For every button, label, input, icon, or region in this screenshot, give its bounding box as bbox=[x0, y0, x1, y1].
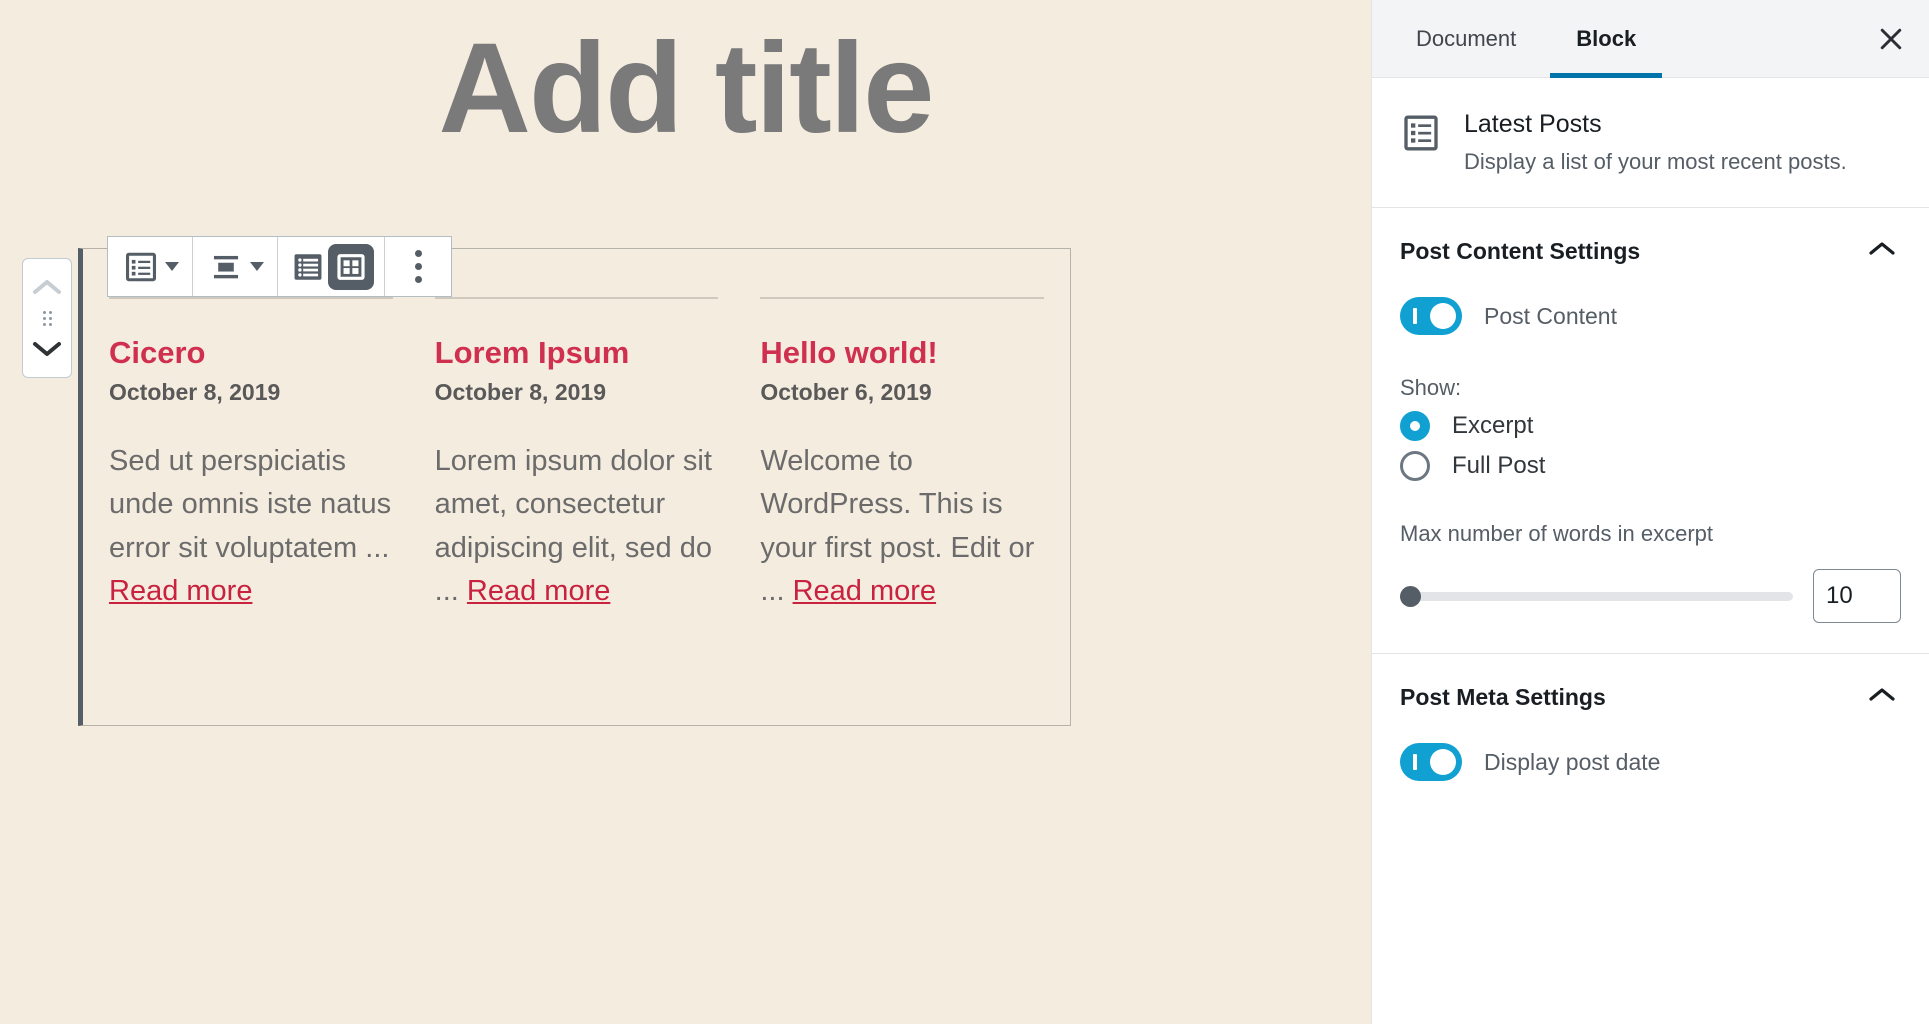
grid-layout-button[interactable] bbox=[328, 244, 374, 290]
post-item: Hello world! October 6, 2019 Welcome to … bbox=[760, 297, 1044, 614]
close-icon bbox=[1876, 24, 1906, 54]
latest-posts-block[interactable]: Cicero October 8, 2019 Sed ut perspiciat… bbox=[78, 248, 1071, 726]
post-content-toggle-label: Post Content bbox=[1484, 303, 1617, 330]
radio-option-full-post[interactable]: Full Post bbox=[1400, 451, 1901, 481]
max-words-slider[interactable] bbox=[1400, 592, 1793, 601]
drag-handle-icon[interactable] bbox=[43, 311, 52, 326]
post-item: Cicero October 8, 2019 Sed ut perspiciat… bbox=[109, 297, 393, 614]
display-post-date-label: Display post date bbox=[1484, 749, 1660, 776]
post-divider bbox=[760, 297, 1044, 299]
post-content-settings-title: Post Content Settings bbox=[1400, 238, 1640, 265]
chevron-up-icon[interactable] bbox=[1863, 685, 1901, 710]
block-type-chevron-down-icon[interactable] bbox=[165, 262, 179, 271]
post-meta-settings-title: Post Meta Settings bbox=[1400, 684, 1606, 711]
more-vertical-icon bbox=[415, 250, 422, 283]
align-center-button[interactable] bbox=[203, 237, 249, 296]
post-excerpt: Welcome to WordPress. This is your first… bbox=[760, 440, 1044, 614]
read-more-link[interactable]: Read more bbox=[467, 575, 610, 607]
list-layout-button[interactable] bbox=[288, 237, 328, 296]
toolbar-group-layout bbox=[278, 237, 385, 296]
move-up-button[interactable] bbox=[22, 267, 72, 307]
post-excerpt: Lorem ipsum dolor sit amet, consectetur … bbox=[435, 440, 719, 614]
post-excerpt-text: Sed ut perspiciatis unde omnis iste natu… bbox=[109, 445, 391, 564]
radio-excerpt-label: Excerpt bbox=[1452, 412, 1533, 440]
post-meta-settings-panel: Post Meta Settings Display post date bbox=[1372, 654, 1929, 811]
move-down-button[interactable] bbox=[22, 329, 72, 369]
post-divider bbox=[435, 297, 719, 299]
close-sidebar-button[interactable] bbox=[1853, 0, 1929, 77]
post-date: October 8, 2019 bbox=[109, 379, 393, 406]
show-label: Show: bbox=[1400, 375, 1901, 401]
block-card-title: Latest Posts bbox=[1464, 110, 1901, 139]
post-meta-settings-header[interactable]: Post Meta Settings bbox=[1400, 680, 1901, 711]
block-type-button[interactable] bbox=[118, 237, 164, 296]
toolbar-group-more bbox=[385, 237, 451, 296]
latest-posts-icon bbox=[1400, 112, 1442, 154]
post-title-link[interactable]: Hello world! bbox=[760, 335, 1044, 371]
sidebar-tabs: Document Block bbox=[1372, 0, 1929, 78]
latest-posts-grid: Cicero October 8, 2019 Sed ut perspiciat… bbox=[83, 249, 1070, 614]
read-more-link[interactable]: Read more bbox=[793, 575, 936, 607]
block-toolbar bbox=[107, 236, 452, 297]
block-card-section: Latest Posts Display a list of your most… bbox=[1372, 78, 1929, 208]
post-content-settings-panel: Post Content Settings Post Content Show:… bbox=[1372, 208, 1929, 654]
post-divider bbox=[109, 297, 393, 299]
max-words-number-input[interactable]: 10 bbox=[1813, 569, 1901, 623]
block-card: Latest Posts Display a list of your most… bbox=[1400, 104, 1901, 177]
radio-full-post-label: Full Post bbox=[1452, 452, 1545, 480]
post-date: October 6, 2019 bbox=[760, 379, 1044, 406]
block-card-description: Display a list of your most recent posts… bbox=[1464, 147, 1901, 177]
toolbar-group-alignment bbox=[193, 237, 278, 296]
block-card-text: Latest Posts Display a list of your most… bbox=[1464, 110, 1901, 177]
editor-canvas: Add title bbox=[0, 0, 1371, 1024]
read-more-link[interactable]: Read more bbox=[109, 575, 252, 607]
post-title-link[interactable]: Lorem Ipsum bbox=[435, 335, 719, 371]
slider-thumb[interactable] bbox=[1400, 586, 1421, 607]
toolbar-group-block-type bbox=[108, 237, 193, 296]
tab-block[interactable]: Block bbox=[1550, 0, 1662, 77]
post-date: October 8, 2019 bbox=[435, 379, 719, 406]
chevron-up-icon[interactable] bbox=[1863, 239, 1901, 264]
post-content-toggle[interactable] bbox=[1400, 297, 1462, 335]
post-content-settings-header[interactable]: Post Content Settings bbox=[1400, 234, 1901, 265]
settings-sidebar: Document Block bbox=[1371, 0, 1929, 1024]
max-words-control: 10 bbox=[1400, 569, 1901, 623]
display-post-date-toggle-row[interactable]: Display post date bbox=[1400, 743, 1901, 781]
display-post-date-toggle[interactable] bbox=[1400, 743, 1462, 781]
max-words-label: Max number of words in excerpt bbox=[1400, 521, 1901, 547]
post-title-link[interactable]: Cicero bbox=[109, 335, 393, 371]
more-options-button[interactable] bbox=[395, 237, 441, 296]
post-content-toggle-row[interactable]: Post Content bbox=[1400, 297, 1901, 335]
radio-option-excerpt[interactable]: Excerpt bbox=[1400, 411, 1901, 441]
post-title-input[interactable]: Add title bbox=[0, 22, 1371, 156]
tab-document[interactable]: Document bbox=[1390, 0, 1542, 77]
post-excerpt: Sed ut perspiciatis unde omnis iste natu… bbox=[109, 440, 393, 614]
radio-full-post-input[interactable] bbox=[1400, 451, 1430, 481]
post-item: Lorem Ipsum October 8, 2019 Lorem ipsum … bbox=[435, 297, 719, 614]
block-mover bbox=[22, 258, 72, 378]
alignment-chevron-down-icon[interactable] bbox=[250, 262, 264, 271]
radio-excerpt-input[interactable] bbox=[1400, 411, 1430, 441]
app-root: Add title bbox=[0, 0, 1929, 1024]
